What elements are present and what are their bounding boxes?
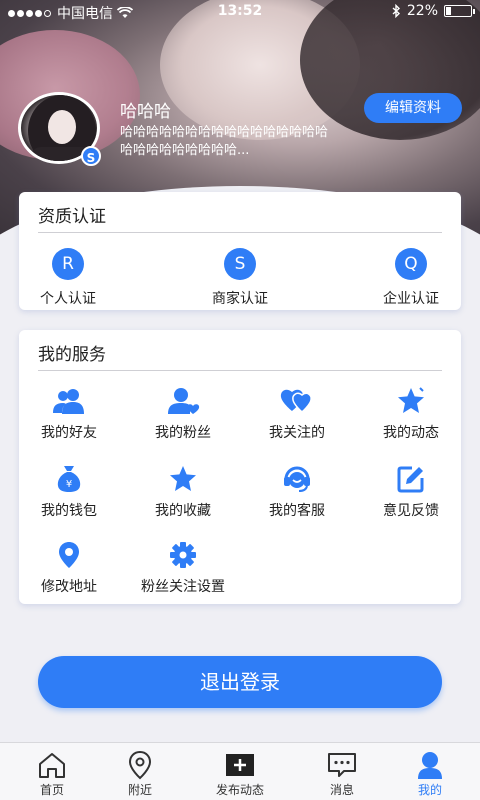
tab-nearby-label: 附近 — [127, 783, 152, 797]
following-icon — [280, 389, 312, 413]
service-friends-label: 我的好友 — [41, 425, 97, 441]
svg-text:¥: ¥ — [66, 479, 72, 490]
service-following-label: 我关注的 — [269, 425, 325, 441]
services-card: 我的服务 我的好友 我的粉丝 我关注的 我的动态 ¥ 我的钱包 我的收藏 我的客… — [19, 330, 461, 604]
logout-button[interactable]: 退出登录 — [38, 656, 442, 708]
personal-certification[interactable]: R 个人认证 — [23, 248, 113, 308]
merchant-cert-icon: S — [224, 248, 256, 280]
services-title: 我的服务 — [38, 345, 106, 365]
tab-home[interactable]: 首页 — [12, 749, 92, 798]
certification-title: 资质认证 — [38, 207, 106, 227]
wallet-icon: ¥ — [57, 466, 81, 492]
merchant-certification[interactable]: S 商家认证 — [195, 248, 285, 308]
feedback-icon — [397, 466, 424, 493]
personal-cert-label: 个人认证 — [40, 291, 96, 307]
certification-card: 资质认证 R 个人认证 S 商家认证 Q 企业认证 — [19, 192, 461, 310]
tab-profile[interactable]: 我的 — [390, 749, 470, 798]
publish-icon — [226, 754, 254, 776]
username: 哈哈哈 — [120, 102, 171, 122]
tab-publish[interactable]: 发布动态 — [200, 749, 280, 798]
status-bar: 中国电信 13:52 22% — [0, 0, 480, 24]
service-customer-service[interactable]: 我的客服 — [247, 464, 347, 520]
tab-home-label: 首页 — [39, 783, 64, 797]
service-favorites[interactable]: 我的收藏 — [133, 464, 233, 520]
favorites-icon — [170, 466, 196, 491]
messages-icon — [328, 753, 356, 777]
service-address[interactable]: 修改地址 — [19, 540, 119, 596]
service-wallet[interactable]: ¥ 我的钱包 — [19, 464, 119, 520]
service-address-label: 修改地址 — [41, 579, 97, 595]
battery-percent: 22% — [406, 3, 438, 19]
service-friends[interactable]: 我的好友 — [19, 386, 119, 442]
profile-icon — [418, 752, 442, 779]
nearby-icon — [128, 750, 152, 780]
tab-messages-label: 消息 — [329, 783, 354, 797]
personal-cert-icon: R — [52, 248, 84, 280]
service-customer-service-label: 我的客服 — [269, 503, 325, 519]
service-feedback-label: 意见反馈 — [383, 503, 439, 519]
settings-icon — [170, 542, 196, 568]
divider — [38, 370, 442, 371]
enterprise-cert-label: 企业认证 — [383, 291, 439, 307]
moments-icon — [398, 387, 424, 413]
bluetooth-icon — [392, 4, 400, 18]
service-favorites-label: 我的收藏 — [155, 503, 211, 519]
tab-profile-label: 我的 — [417, 783, 442, 797]
merchant-cert-label: 商家认证 — [212, 291, 268, 307]
tab-nearby[interactable]: 附近 — [100, 749, 180, 798]
edit-profile-button[interactable]: 编辑资料 — [364, 93, 462, 123]
service-feedback[interactable]: 意见反馈 — [361, 464, 461, 520]
service-fan-settings-label: 粉丝关注设置 — [141, 579, 225, 595]
service-moments-label: 我的动态 — [383, 425, 439, 441]
service-fans[interactable]: 我的粉丝 — [133, 386, 233, 442]
enterprise-cert-icon: Q — [395, 248, 427, 280]
service-wallet-label: 我的钱包 — [41, 503, 97, 519]
friends-icon — [53, 389, 84, 414]
tab-messages[interactable]: 消息 — [302, 749, 382, 798]
service-following[interactable]: 我关注的 — [247, 386, 347, 442]
customer-service-icon — [284, 466, 310, 492]
enterprise-certification[interactable]: Q 企业认证 — [366, 248, 456, 308]
service-moments[interactable]: 我的动态 — [361, 386, 461, 442]
service-fans-label: 我的粉丝 — [155, 425, 211, 441]
location-icon — [59, 542, 79, 568]
service-fan-settings[interactable]: 粉丝关注设置 — [133, 540, 233, 596]
battery-icon — [444, 5, 475, 17]
tab-publish-label: 发布动态 — [215, 783, 264, 797]
user-bio: 哈哈哈哈哈哈哈哈哈哈哈哈哈哈哈哈哈哈哈哈哈哈哈哈哈... — [120, 125, 329, 158]
tab-bar: 首页 附近 发布动态 消息 我的 — [0, 742, 480, 800]
avatar-badge: S — [81, 146, 101, 166]
home-icon — [39, 753, 65, 778]
fans-icon — [168, 388, 200, 414]
divider — [38, 232, 442, 233]
